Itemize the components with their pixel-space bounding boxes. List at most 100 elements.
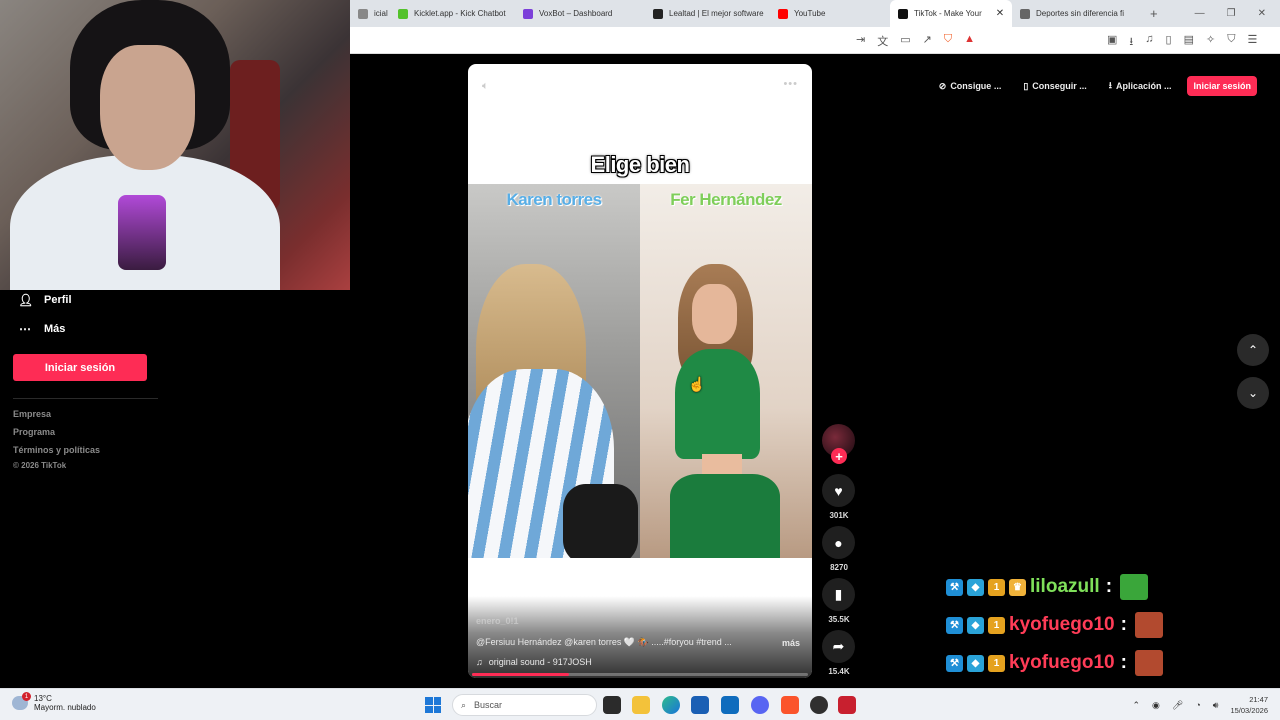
footer-link-terms[interactable]: Términos y políticas — [13, 445, 100, 455]
footer-link-empresa[interactable]: Empresa — [13, 409, 51, 419]
right-person-face — [692, 284, 737, 344]
level-badge-icon: 1 — [988, 654, 1005, 672]
taskbar-search[interactable]: ⌕ Buscar — [452, 694, 597, 716]
browser-tab[interactable]: TikTok - Make Your ✕ — [890, 0, 1012, 27]
tab-label: TikTok - Make Your — [914, 9, 982, 18]
search-icon: ⌕ — [461, 699, 467, 710]
chat-message: ⚒ ◆ 1 kyofuego10: — [946, 650, 1163, 676]
chevron-up-icon[interactable]: ⌃ — [1133, 700, 1141, 711]
chat-separator: : — [1105, 576, 1113, 597]
comment-button[interactable]: ● — [822, 526, 855, 559]
video-author[interactable]: enero_0!1 — [476, 616, 519, 626]
chat-emote-icon — [1134, 650, 1163, 676]
get-app-button[interactable]: ▯ Conseguir ... — [1017, 76, 1092, 96]
browser-tab[interactable]: Lealtad | El mejor software — [645, 0, 770, 27]
sidebar-login-button[interactable]: Iniciar sesión — [13, 354, 147, 381]
browser-tab[interactable]: YouTube — [770, 0, 890, 27]
sidebar-item-more[interactable]: ⋯ Más — [18, 322, 65, 336]
task-view-icon[interactable] — [603, 696, 621, 714]
minimize-icon[interactable]: — — [1195, 8, 1205, 19]
video-sound[interactable]: ♫ original sound - 917JOSH — [476, 657, 592, 667]
top-login-button[interactable]: Iniciar sesión — [1187, 76, 1257, 96]
video-more-icon[interactable]: ••• — [783, 78, 798, 90]
follow-button[interactable]: + — [831, 448, 847, 464]
no-translate-icon[interactable]: ⇥ — [856, 33, 865, 49]
system-tray: ⌃ ◉ 🎤︎ ◔ 🔊︎ 21:47 15/03/2026 — [1133, 694, 1269, 716]
edge-icon[interactable] — [662, 696, 680, 714]
ai-icon[interactable]: ✧ — [1206, 33, 1215, 52]
downloads-icon[interactable]: ⭳ — [1129, 33, 1133, 52]
chat-emote-icon — [1120, 574, 1149, 600]
browser-tab[interactable]: Deportes sin diferencia fi — [1012, 0, 1140, 27]
next-video-button[interactable]: ⌄ — [1237, 377, 1269, 409]
sidebar-panel-icon[interactable]: ▣ — [1107, 33, 1117, 52]
description-more-link[interactable]: más — [782, 638, 800, 648]
video-progress-bar[interactable] — [472, 673, 808, 676]
wifi-icon[interactable]: ◔ — [1195, 700, 1200, 710]
more-dots-icon: ⋯ — [19, 322, 31, 336]
media-icon[interactable]: ♫ — [1145, 33, 1153, 52]
desktop-app-button[interactable]: ⭳ Aplicación ... — [1103, 76, 1178, 96]
menu-icon[interactable]: ☰ — [1247, 33, 1257, 52]
time: 21:47 — [1249, 695, 1268, 704]
hammer-badge-icon: ⚒ — [946, 616, 963, 634]
browser-tab[interactable]: VoxBot – Dashboard — [515, 0, 645, 27]
download-icon: ⭳ — [1108, 80, 1112, 90]
brave-rewards-icon[interactable]: ▲ — [964, 33, 975, 49]
close-tab-icon[interactable]: ✕ — [996, 8, 1004, 19]
window-controls: — ❐ ✕ — [1195, 8, 1280, 19]
sidebar-item-profile[interactable]: 👤︎ Perfil — [18, 293, 72, 307]
microphone-icon[interactable]: 🎤︎ — [1172, 700, 1183, 711]
reading-view-icon[interactable]: ▯ — [1166, 33, 1172, 52]
globe-icon — [1020, 8, 1030, 19]
weather-widget[interactable]: 1 13°C Mayorm. nublado — [12, 692, 96, 712]
clock[interactable]: 21:47 15/03/2026 — [1230, 694, 1268, 716]
like-count: 301K — [829, 511, 849, 520]
volume-icon[interactable]: 🔈︎ — [482, 80, 489, 93]
level-badge-icon: 1 — [988, 578, 1005, 596]
temperature: 13°C — [34, 694, 52, 703]
youtube-icon — [778, 8, 788, 19]
bookmark-icon: ▮ — [834, 586, 843, 602]
coins-label: Consigue ... — [950, 81, 1002, 91]
browser-tab[interactable]: Kicklet.app - Kick Chatbot — [390, 0, 515, 27]
cube-badge-icon: ◆ — [967, 654, 984, 672]
video-description: @Fersiuu Hernández @karen torres 🤍 🏇 ...… — [476, 637, 732, 647]
cast-icon[interactable]: ▭ — [900, 33, 910, 49]
share-button[interactable]: ➦ — [822, 630, 855, 663]
previous-video-button[interactable]: ⌃ — [1237, 334, 1269, 366]
new-tab-button[interactable]: + — [1140, 6, 1168, 21]
right-name-label: Fer Hernández — [670, 190, 782, 209]
wallet-icon[interactable]: ▤ — [1184, 33, 1194, 52]
file-explorer-icon[interactable] — [632, 696, 650, 714]
generic-page-icon — [358, 8, 368, 19]
maximize-icon[interactable]: ❐ — [1227, 8, 1236, 19]
brave-browser-icon[interactable] — [781, 696, 799, 714]
red-app-icon[interactable] — [838, 696, 856, 714]
video-overlay-title: Elige bien — [590, 152, 690, 177]
chat-username: liloazull — [1030, 576, 1100, 597]
vpn-icon[interactable]: ⛉ — [1227, 33, 1235, 52]
save-button[interactable]: ▮ — [822, 578, 855, 611]
video-player[interactable]: 🔈︎ ••• Elige bien Karen torres Fer Herná… — [468, 64, 812, 678]
footer-link-programa[interactable]: Programa — [13, 427, 55, 437]
coins-button[interactable]: ⊘ Consigue ... — [933, 76, 1008, 96]
windows-start-icon[interactable] — [425, 697, 441, 713]
outlook-icon[interactable] — [721, 696, 739, 714]
browser-tab[interactable]: icial I — [350, 0, 390, 27]
network-icon[interactable]: ◉ — [1152, 700, 1160, 711]
share-page-icon[interactable]: ↗ — [923, 33, 932, 49]
volume-icon[interactable]: 🔊︎ — [1213, 700, 1219, 711]
save-count: 35.5K — [828, 615, 850, 624]
obs-icon[interactable] — [810, 696, 828, 714]
brave-shield-icon[interactable]: ⛉ — [944, 33, 952, 49]
translate-icon[interactable]: 文 — [877, 33, 888, 49]
store-icon[interactable] — [691, 696, 709, 714]
tiktok-icon — [898, 8, 908, 19]
discord-icon[interactable] — [751, 696, 769, 714]
left-person-shorts — [563, 484, 638, 558]
like-button[interactable]: ♥ — [822, 474, 855, 507]
desktop-app-label: Aplicación ... — [1115, 81, 1172, 91]
date: 15/03/2026 — [1230, 706, 1268, 715]
close-window-icon[interactable]: ✕ — [1258, 8, 1266, 19]
